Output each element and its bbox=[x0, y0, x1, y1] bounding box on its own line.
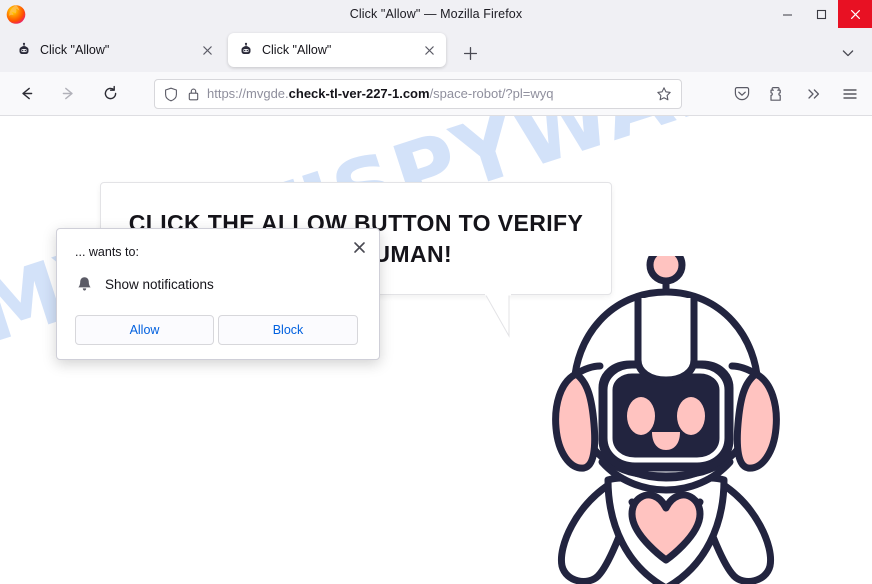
toolbar-right-group bbox=[726, 78, 866, 110]
navigation-toolbar: https://mvgde.check-tl-ver-227-1.com/spa… bbox=[0, 72, 872, 116]
close-icon[interactable] bbox=[347, 235, 371, 259]
allow-button[interactable]: Allow bbox=[75, 315, 214, 345]
list-all-tabs-button[interactable] bbox=[834, 39, 862, 67]
url-domain: check-tl-ver-227-1.com bbox=[288, 86, 430, 101]
tab-title: Click "Allow" bbox=[262, 43, 332, 57]
browser-window: Click "Allow" — Mozilla Firefox Click "A… bbox=[0, 0, 872, 584]
permission-label: Show notifications bbox=[105, 276, 214, 292]
window-controls bbox=[770, 0, 872, 28]
tab-strip: Click "Allow" Click "Allow" bbox=[0, 28, 872, 72]
url-prefix: https://mvgde. bbox=[207, 86, 289, 101]
url-bar[interactable]: https://mvgde.check-tl-ver-227-1.com/spa… bbox=[154, 79, 682, 109]
tab-item[interactable]: Click "Allow" bbox=[6, 33, 224, 67]
extensions-puzzle-icon[interactable] bbox=[762, 78, 794, 110]
title-bar: Click "Allow" — Mozilla Firefox bbox=[0, 0, 872, 28]
overflow-chevrons-icon[interactable] bbox=[798, 78, 830, 110]
shield-icon[interactable] bbox=[163, 86, 179, 102]
robot-favicon-icon bbox=[16, 42, 32, 58]
reload-button[interactable] bbox=[94, 78, 126, 110]
tab-item-active[interactable]: Click "Allow" bbox=[228, 33, 446, 67]
bell-icon bbox=[75, 275, 93, 293]
pocket-icon[interactable] bbox=[726, 78, 758, 110]
padlock-icon[interactable] bbox=[185, 86, 201, 102]
notification-permission-popup: ... wants to: Show notifications Allow B… bbox=[56, 228, 380, 360]
permission-buttons: Allow Block bbox=[75, 315, 358, 345]
close-window-button[interactable] bbox=[838, 0, 872, 28]
speech-bubble-tail bbox=[485, 292, 525, 338]
page-viewport: MYANTISPYWARE.COM CLICK THE ALLOW BUTTON… bbox=[0, 116, 872, 584]
robot-illustration bbox=[540, 245, 792, 584]
hamburger-menu-icon[interactable] bbox=[834, 78, 866, 110]
block-button[interactable]: Block bbox=[218, 315, 358, 345]
tab-title: Click "Allow" bbox=[40, 43, 110, 57]
bookmark-star-icon[interactable] bbox=[653, 83, 675, 105]
new-tab-button[interactable] bbox=[456, 39, 484, 67]
back-button[interactable] bbox=[10, 78, 42, 110]
minimize-button[interactable] bbox=[770, 0, 804, 28]
robot-favicon-icon bbox=[238, 42, 254, 58]
close-tab-icon[interactable] bbox=[198, 41, 216, 59]
firefox-logo-icon bbox=[4, 2, 28, 26]
window-title: Click "Allow" — Mozilla Firefox bbox=[349, 7, 523, 21]
permission-row: Show notifications bbox=[75, 275, 214, 293]
url-path: /space-robot/?pl=wyq bbox=[429, 86, 554, 101]
url-text[interactable]: https://mvgde.check-tl-ver-227-1.com/spa… bbox=[207, 80, 647, 108]
permission-host-text: ... wants to: bbox=[75, 245, 139, 259]
forward-button[interactable] bbox=[52, 78, 84, 110]
maximize-button[interactable] bbox=[804, 0, 838, 28]
close-tab-icon[interactable] bbox=[420, 41, 438, 59]
